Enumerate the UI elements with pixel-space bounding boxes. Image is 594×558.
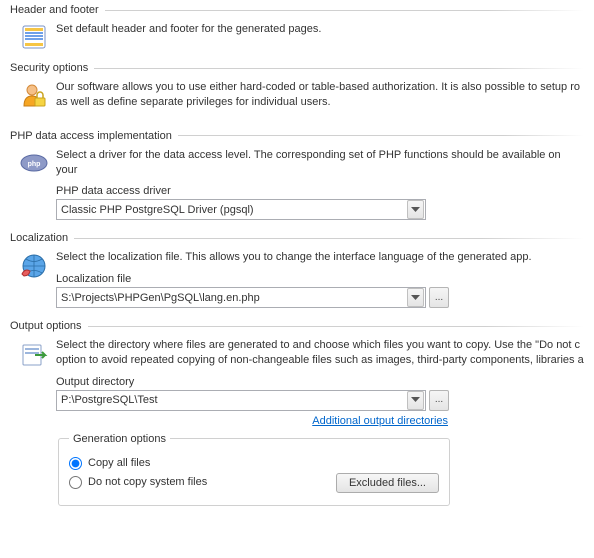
section-content: Select the localization file. This allow… [50, 250, 584, 308]
section-title: Header and footer [10, 4, 99, 16]
section-content: Select the directory where files are gen… [50, 338, 584, 506]
php-driver-value: Classic PHP PostgreSQL Driver (pgsql) [57, 204, 407, 216]
chevron-down-icon[interactable] [407, 391, 424, 410]
output-dir-combo[interactable]: P:\PostgreSQL\Test [56, 390, 426, 411]
localization-file-value: S:\Projects\PHPGen\PgSQL\lang.en.php [57, 292, 407, 304]
header-footer-icon [18, 22, 50, 50]
section-rule [88, 326, 584, 327]
localization-file-combo[interactable]: S:\Projects\PHPGen\PgSQL\lang.en.php [56, 287, 426, 308]
security-icon [18, 80, 50, 110]
section-rule [178, 135, 584, 136]
section-title: Security options [10, 62, 88, 74]
localization-desc: Select the localization file. This allow… [56, 250, 584, 265]
section-header: Header and footer [10, 0, 584, 18]
output-section: Output options Select the directory wher… [0, 316, 594, 514]
additional-dirs-link[interactable]: Additional output directories [312, 415, 448, 427]
php-icon: php [18, 148, 50, 176]
radio-no-system-input[interactable] [69, 476, 82, 489]
header-footer-desc: Set default header and footer for the ge… [56, 22, 584, 37]
radio-copy-all-input[interactable] [69, 457, 82, 470]
header-footer-section: Header and footer Set default header and… [0, 0, 594, 58]
browse-button[interactable]: ... [429, 390, 449, 411]
radio-no-system-label: Do not copy system files [88, 476, 207, 488]
additional-dirs-row: Additional output directories [56, 415, 448, 427]
section-header: Localization [10, 228, 584, 246]
section-rule [105, 10, 584, 11]
section-body: Set default header and footer for the ge… [10, 18, 584, 50]
output-icon [18, 338, 50, 368]
output-dir-label: Output directory [56, 376, 584, 388]
section-content: Our software allows you to use either ha… [50, 80, 584, 118]
section-body: Our software allows you to use either ha… [10, 76, 584, 118]
radio-no-system[interactable]: Do not copy system files [69, 476, 207, 489]
output-dir-value: P:\PostgreSQL\Test [57, 394, 407, 406]
generation-options-group: Generation options Copy all files Do not… [58, 433, 450, 506]
radio-copy-all[interactable]: Copy all files [69, 457, 207, 470]
section-content: Select a driver for the data access leve… [50, 148, 584, 221]
section-body: Select the localization file. This allow… [10, 246, 584, 308]
section-title: Localization [10, 232, 68, 244]
section-content: Set default header and footer for the ge… [50, 22, 584, 45]
security-section: Security options Our software allows you… [0, 58, 594, 126]
php-section: PHP data access implementation php Selec… [0, 126, 594, 229]
generation-radios: Copy all files Do not copy system files [69, 451, 207, 495]
php-driver-label: PHP data access driver [56, 185, 584, 197]
section-title: Output options [10, 320, 82, 332]
chevron-down-icon[interactable] [407, 288, 424, 307]
localization-file-label: Localization file [56, 273, 584, 285]
radio-copy-all-label: Copy all files [88, 457, 150, 469]
section-title: PHP data access implementation [10, 130, 172, 142]
section-header: Security options [10, 58, 584, 76]
localization-section: Localization Select the localization fil… [0, 228, 594, 316]
generation-options-title: Generation options [69, 433, 170, 445]
php-driver-combo[interactable]: Classic PHP PostgreSQL Driver (pgsql) [56, 199, 426, 220]
excluded-files-button[interactable]: Excluded files... [336, 473, 439, 493]
chevron-down-icon[interactable] [407, 200, 424, 219]
svg-text:php: php [28, 161, 41, 168]
security-desc: Our software allows you to use either ha… [56, 80, 584, 110]
php-desc: Select a driver for the data access leve… [56, 148, 584, 178]
output-desc: Select the directory where files are gen… [56, 338, 584, 368]
section-body: Select the directory where files are gen… [10, 334, 584, 506]
section-body: php Select a driver for the data access … [10, 144, 584, 221]
section-rule [74, 238, 584, 239]
section-header: PHP data access implementation [10, 126, 584, 144]
section-header: Output options [10, 316, 584, 334]
localization-icon [18, 250, 50, 280]
section-rule [94, 68, 584, 69]
browse-button[interactable]: ... [429, 287, 449, 308]
